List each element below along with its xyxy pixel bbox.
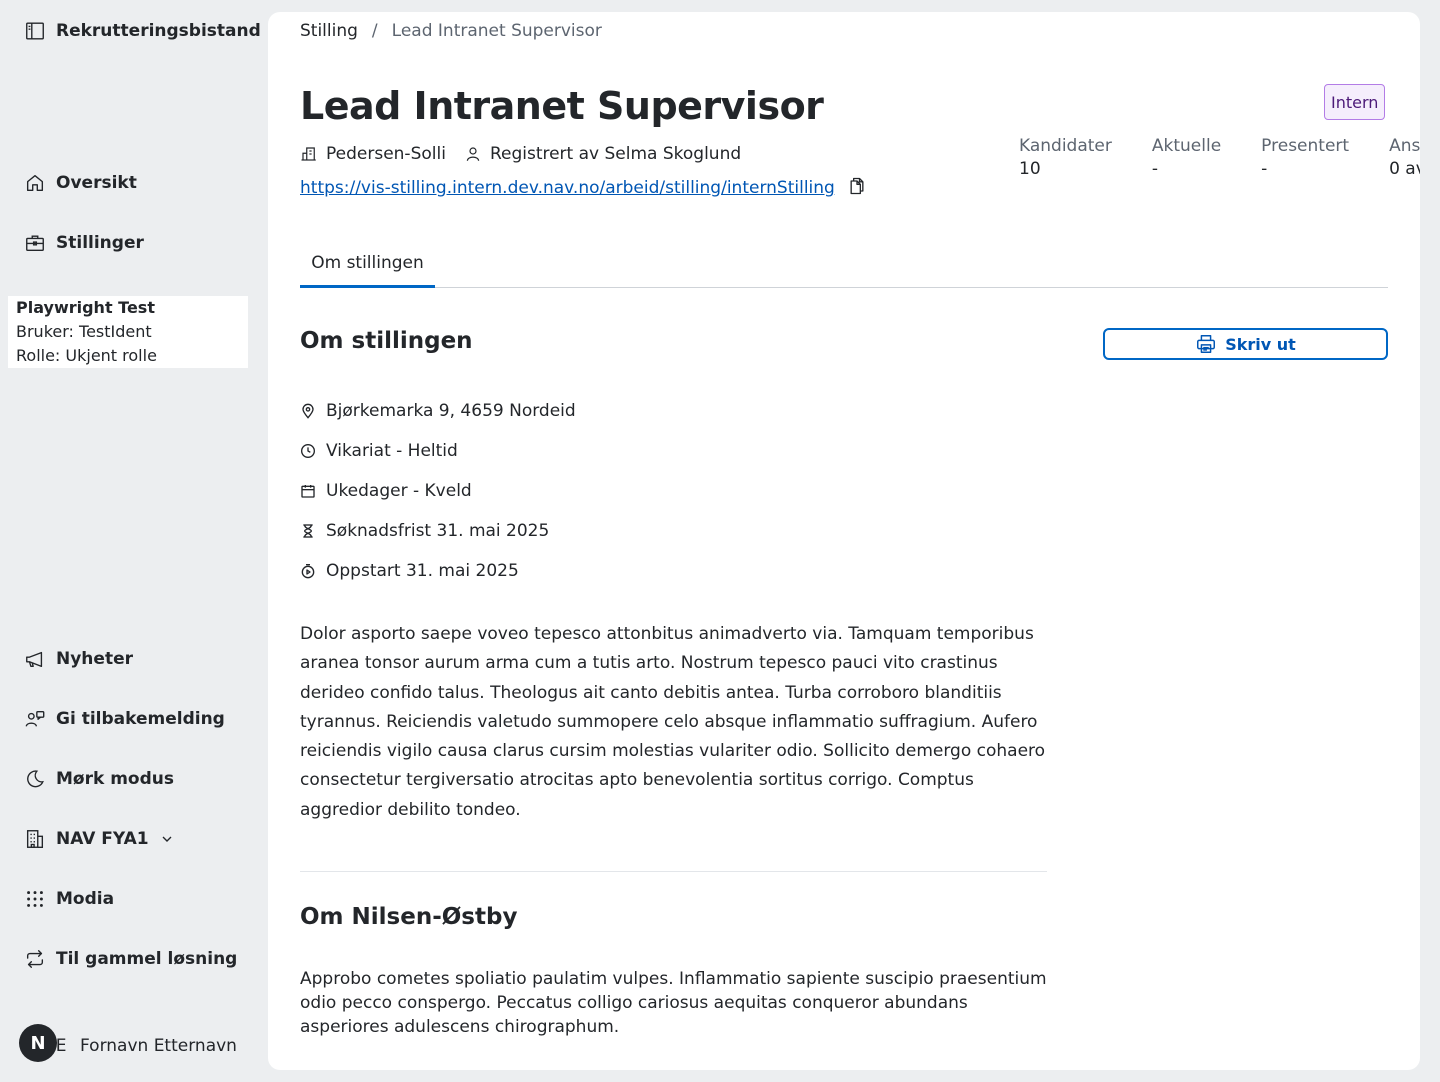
avatar[interactable]: N <box>19 1024 57 1062</box>
detail-employment-text: Vikariat - Heltid <box>326 441 458 461</box>
stat-aktuelle: Aktuelle - <box>1152 136 1221 179</box>
breadcrumb: Stilling / Lead Intranet Supervisor <box>300 21 602 41</box>
person-icon <box>466 147 480 161</box>
employer-name: Pedersen-Solli <box>326 144 446 164</box>
stat-ansatt: Ansatt 0 av 9 <box>1389 136 1420 179</box>
job-description: Dolor asporto saepe voveo tepesco attonb… <box>300 624 1046 820</box>
user-full-name[interactable]: Fornavn Etternavn <box>80 1036 237 1056</box>
registered-by-meta: Registrert av Selma Skoglund <box>464 144 741 164</box>
breadcrumb-separator: / <box>371 21 378 41</box>
section-divider <box>300 871 1047 872</box>
grid-dots-icon <box>27 891 43 907</box>
employer-meta: Pedersen-Solli <box>300 144 446 164</box>
detail-start: Oppstart 31. mai 2025 <box>300 551 576 591</box>
nav-nyheter-label: Nyheter <box>56 649 133 669</box>
nav-nyheter[interactable]: Nyheter <box>24 647 133 671</box>
copy-icon <box>850 177 864 195</box>
user-info-box: Playwright Test Bruker: TestIdent Rolle:… <box>8 296 248 368</box>
print-button[interactable]: Skriv ut <box>1103 328 1388 360</box>
main-panel: Stilling / Lead Intranet Supervisor Lead… <box>268 12 1420 1070</box>
breadcrumb-current: Lead Intranet Supervisor <box>391 21 602 41</box>
job-details: Bjørkemarka 9, 4659 Nordeid Vikariat - H… <box>300 391 576 591</box>
dark-mode-label: Mørk modus <box>56 769 174 789</box>
nav-gammel-losning-label: Til gammel løsning <box>56 949 238 969</box>
app-title: Rekrutteringsbistand <box>56 21 261 41</box>
calendar-icon <box>301 485 315 498</box>
section-title-om-stillingen: Om stillingen <box>300 328 473 354</box>
nav-tilbakemelding-label: Gi tilbakemelding <box>56 709 225 729</box>
buildings-icon <box>301 147 316 161</box>
nav-modia-label: Modia <box>56 889 115 909</box>
intern-badge: Intern <box>1324 84 1386 120</box>
arrows-switch-icon <box>26 950 44 968</box>
page-title: Lead Intranet Supervisor <box>300 84 824 128</box>
printer-icon <box>1197 335 1216 353</box>
stat-label: Aktuelle <box>1151 136 1222 156</box>
stat-label: Presentert <box>1261 136 1350 156</box>
feedback-person-icon <box>25 710 45 727</box>
detail-address: Bjørkemarka 9, 4659 Nordeid <box>300 391 576 431</box>
detail-address-text: Bjørkemarka 9, 4659 Nordeid <box>326 401 576 421</box>
office-select-label: NAV FYA1 <box>56 829 149 849</box>
dark-mode-toggle[interactable]: Mørk modus <box>24 767 174 791</box>
sidebar: Rekrutteringsbistand Oversikt Stillinger… <box>0 0 261 1082</box>
job-meta: Pedersen-Solli Registrert av Selma Skogl… <box>300 144 741 164</box>
stat-label: Ansatt <box>1389 136 1420 156</box>
detail-deadline-text: Søknadsfrist 31. mai 2025 <box>326 521 550 541</box>
tab-list: Om stillingen <box>300 244 1388 288</box>
detail-deadline: Søknadsfrist 31. mai 2025 <box>300 511 576 551</box>
moon-icon <box>27 770 44 788</box>
candidate-stats: Kandidater 10 Aktuelle - Presentert - An… <box>1019 136 1420 179</box>
stat-presentert: Presentert - <box>1261 136 1349 179</box>
detail-start-text: Oppstart 31. mai 2025 <box>326 561 519 581</box>
building-icon <box>26 830 44 848</box>
stat-value: 10 <box>1019 159 1041 179</box>
stat-value: - <box>1261 159 1268 179</box>
stat-value: 0 av 9 <box>1389 159 1420 179</box>
office-select[interactable]: NAV FYA1 <box>24 827 175 851</box>
nav-oversikt-label: Oversikt <box>56 173 137 193</box>
hourglass-icon <box>303 524 313 538</box>
nav-stillinger[interactable]: Stillinger <box>24 231 144 255</box>
nav-tilbakemelding[interactable]: Gi tilbakemelding <box>24 707 225 731</box>
stat-value: - <box>1151 159 1159 179</box>
nav-stillinger-label: Stillinger <box>56 233 144 253</box>
sidebar-panel-icon <box>26 22 44 40</box>
copy-url-button[interactable] <box>847 176 867 200</box>
nav-oversikt[interactable]: Oversikt <box>24 171 137 195</box>
user-info-name: Playwright Test <box>16 298 155 317</box>
breadcrumb-stilling-link[interactable]: Stilling <box>300 21 358 41</box>
stat-label: Kandidater <box>1019 136 1112 156</box>
chevron-down-icon <box>162 836 172 842</box>
stopwatch-icon <box>301 564 315 579</box>
job-url-row: https://vis-stilling.intern.dev.nav.no/a… <box>300 176 867 200</box>
detail-employment: Vikariat - Heltid <box>300 431 576 471</box>
tab-om-stillingen[interactable]: Om stillingen <box>300 244 435 288</box>
detail-schedule-text: Ukedager - Kveld <box>326 481 472 501</box>
nav-gammel-losning[interactable]: Til gammel løsning <box>24 947 237 971</box>
section-title-employer: Om Nilsen-Østby <box>300 904 518 930</box>
clock-icon <box>301 444 315 458</box>
job-url-link[interactable]: https://vis-stilling.intern.dev.nav.no/a… <box>300 178 835 198</box>
home-icon <box>26 174 44 192</box>
app-title-toggle[interactable]: Rekrutteringsbistand <box>24 19 261 43</box>
print-button-label: Skriv ut <box>1225 334 1296 354</box>
user-info-bruker: Bruker: TestIdent <box>16 322 152 341</box>
megaphone-icon <box>26 651 43 668</box>
registered-by: Registrert av Selma Skoglund <box>489 144 742 164</box>
detail-schedule: Ukedager - Kveld <box>300 471 576 511</box>
employer-description: Approbo cometes spoliatio paulatim vulpe… <box>300 969 1047 1037</box>
briefcase-icon <box>26 235 44 252</box>
nav-modia[interactable]: Modia <box>24 887 114 911</box>
user-info-rolle: Rolle: Ukjent rolle <box>16 346 157 365</box>
stat-kandidater: Kandidater 10 <box>1019 136 1112 179</box>
location-pin-icon <box>302 403 314 419</box>
